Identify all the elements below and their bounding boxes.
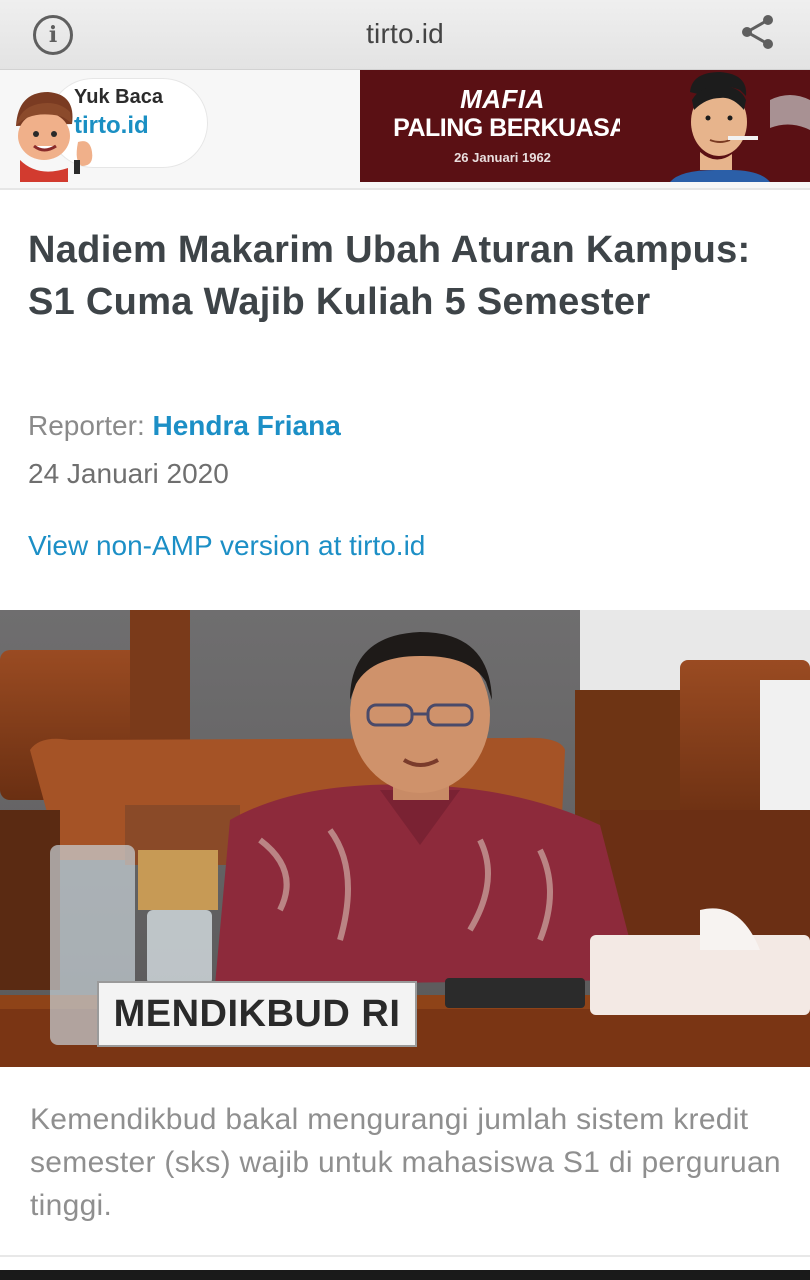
non-amp-link[interactable]: View non-AMP version at tirto.id xyxy=(28,530,425,562)
photo-caption: Kemendikbud bakal mengurangi jumlah sist… xyxy=(30,1103,781,1222)
url-label[interactable]: tirto.id xyxy=(0,18,810,50)
logo-text-tirto: tirto.id xyxy=(74,112,149,139)
header-banner-row: Yuk Baca tirto.id MAFIA PALING BERKUASA … xyxy=(0,70,810,190)
reporter-line: Reporter: Hendra Friana xyxy=(28,410,341,442)
divider xyxy=(0,1255,810,1257)
browser-top-bar: i tirto.id xyxy=(0,0,810,70)
share-icon[interactable] xyxy=(736,10,780,54)
photo-nameplate-text: MENDIKBUD RI xyxy=(113,993,401,1035)
ad-title-line2: PALING BERKUASA xyxy=(393,114,627,142)
ad-banner[interactable]: MAFIA PALING BERKUASA 26 Januari 1962 xyxy=(360,70,810,182)
logo-text-yuk-baca: Yuk Baca xyxy=(74,86,163,108)
ad-date: 26 Januari 1962 xyxy=(454,150,551,165)
article-headline: Nadiem Makarim Ubah Aturan Kampus: S1 Cu… xyxy=(28,229,751,323)
reporter-label: Reporter: xyxy=(28,410,145,441)
site-logo[interactable]: Yuk Baca tirto.id xyxy=(8,76,208,184)
article-photo: MENDIKBUD RI xyxy=(0,610,810,1067)
article-date: 24 Januari 2020 xyxy=(28,458,229,489)
ad-illustration xyxy=(620,70,810,182)
reporter-name-link[interactable]: Hendra Friana xyxy=(153,410,341,441)
ad-title-line1: MAFIA xyxy=(460,84,545,114)
bottom-system-bar xyxy=(0,1270,810,1280)
page: i tirto.id Yuk Baca tirto.id MAFIA PALIN… xyxy=(0,0,810,1280)
